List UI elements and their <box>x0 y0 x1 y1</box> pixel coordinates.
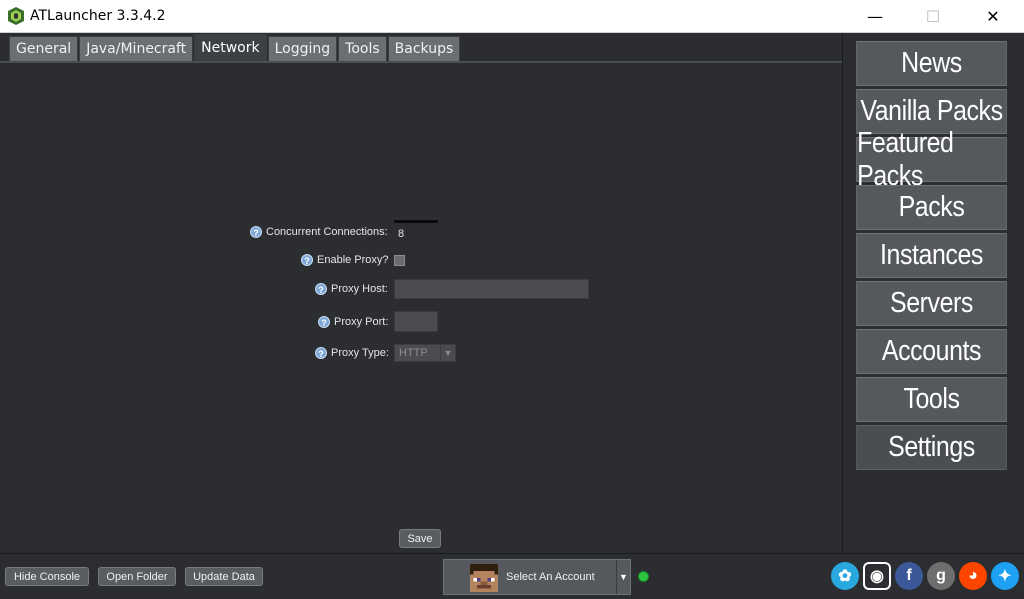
help-icon[interactable]: ? <box>250 226 262 238</box>
tab-java-minecraft[interactable]: Java/Minecraft <box>79 36 194 61</box>
proxy-host-row: ? Proxy Host: <box>315 283 388 295</box>
tab-tools[interactable]: Tools <box>338 36 387 61</box>
hide-console-button[interactable]: Hide Console <box>5 567 89 586</box>
nav-news[interactable]: News <box>856 41 1007 86</box>
help-icon[interactable]: ? <box>301 254 313 266</box>
tab-divider <box>0 61 842 63</box>
proxy-port-label: Proxy Port: <box>334 316 389 328</box>
tab-network[interactable]: Network <box>194 34 267 61</box>
status-indicator-icon <box>638 571 649 582</box>
minimize-button[interactable]: — <box>852 0 898 32</box>
proxy-host-input[interactable] <box>394 279 589 299</box>
atlauncher-logo-icon <box>8 7 24 25</box>
account-label: Select An Account <box>506 571 595 583</box>
settings-tabs: General Java/Minecraft Network Logging T… <box>9 34 461 62</box>
window-title: ATLauncher 3.3.4.2 <box>30 8 166 24</box>
sidebar-nav: News Vanilla Packs Featured Packs Packs … <box>843 33 1024 553</box>
chevron-down-icon: ▼ <box>440 345 455 361</box>
tab-logging[interactable]: Logging <box>267 36 338 61</box>
help-icon[interactable]: ? <box>318 316 330 328</box>
proxy-port-row: ? Proxy Port: <box>318 316 388 328</box>
concurrent-connections-label: Concurrent Connections: <box>266 226 388 238</box>
github-icon[interactable]: g <box>927 562 955 590</box>
maximize-button[interactable]: ☐ <box>910 0 956 32</box>
facebook-icon[interactable]: f <box>895 562 923 590</box>
help-icon[interactable]: ? <box>315 347 327 359</box>
proxy-type-value: HTTP <box>399 347 428 359</box>
open-folder-button[interactable]: Open Folder <box>98 567 176 586</box>
title-bar: ATLauncher 3.3.4.2 — ☐ ✕ <box>0 0 1024 33</box>
nav-featured-packs[interactable]: Featured Packs <box>856 127 1007 192</box>
proxy-type-select[interactable]: HTTP ▼ <box>394 344 456 362</box>
nav-settings[interactable]: Settings <box>856 425 1007 470</box>
crowdin-icon[interactable]: ✿ <box>831 562 859 590</box>
nav-instances[interactable]: Instances <box>856 233 1007 278</box>
concurrent-connections-row: ? Concurrent Connections: <box>250 226 388 238</box>
help-icon[interactable]: ? <box>315 283 327 295</box>
nav-tools[interactable]: Tools <box>856 377 1007 422</box>
chevron-down-icon[interactable]: ▼ <box>616 560 630 594</box>
proxy-type-label: Proxy Type: <box>331 347 389 359</box>
enable-proxy-checkbox[interactable] <box>394 255 405 266</box>
tab-general[interactable]: General <box>9 36 79 61</box>
nav-packs[interactable]: Packs <box>856 185 1007 230</box>
reddit-icon[interactable]: ◕ <box>959 562 987 590</box>
enable-proxy-label: Enable Proxy? <box>317 254 389 266</box>
save-button[interactable]: Save <box>399 529 441 548</box>
proxy-port-input[interactable] <box>394 311 438 332</box>
nav-servers[interactable]: Servers <box>856 281 1007 326</box>
twitter-icon[interactable]: ✦ <box>991 562 1019 590</box>
bottom-bar: Hide Console Open Folder Update Data Sel… <box>0 553 1024 599</box>
discord-icon[interactable]: ◉ <box>863 562 891 590</box>
enable-proxy-row: ? Enable Proxy? <box>301 254 389 266</box>
update-data-button[interactable]: Update Data <box>185 567 263 586</box>
tab-backups[interactable]: Backups <box>387 36 461 61</box>
close-button[interactable]: ✕ <box>970 0 1016 32</box>
avatar <box>470 564 498 592</box>
concurrent-connections-input[interactable]: 8 <box>394 220 438 241</box>
nav-accounts[interactable]: Accounts <box>856 329 1007 374</box>
account-selector[interactable]: Select An Account ▼ <box>443 559 631 595</box>
proxy-host-label: Proxy Host: <box>331 283 388 295</box>
proxy-type-row: ? Proxy Type: <box>315 347 389 359</box>
